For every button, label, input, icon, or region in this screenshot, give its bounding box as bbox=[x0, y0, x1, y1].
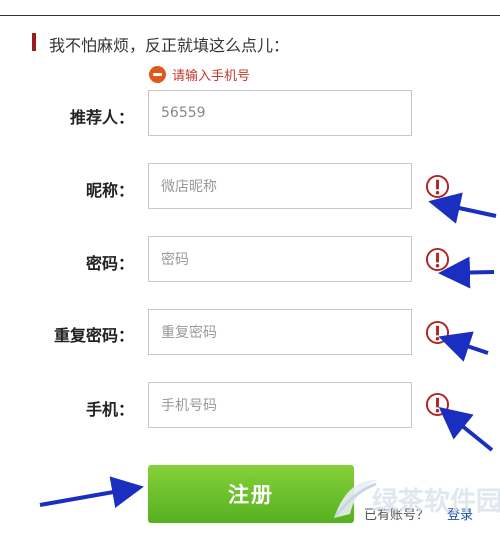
confirm-password-placeholder: 重复密码 bbox=[161, 325, 217, 341]
section-marker bbox=[32, 33, 36, 51]
top-divider bbox=[0, 15, 500, 16]
minus-circle-icon bbox=[149, 65, 166, 83]
error-tip: 请输入手机号 bbox=[149, 64, 250, 84]
arrow-icon bbox=[39, 476, 144, 508]
exclamation-circle-icon bbox=[425, 174, 450, 199]
error-message: 请输入手机号 bbox=[172, 68, 251, 84]
nickname-input[interactable]: 微店昵称 bbox=[148, 163, 412, 209]
arrow-icon bbox=[438, 406, 494, 452]
exclamation-circle-icon bbox=[425, 247, 450, 272]
confirm-password-input[interactable]: 重复密码 bbox=[148, 309, 412, 355]
confirm-password-label: 重复密码： bbox=[53, 326, 134, 345]
section-title: 我不怕麻烦，反正就填这么点儿： bbox=[49, 36, 290, 55]
arrow-icon bbox=[438, 331, 489, 362]
referrer-input[interactable]: 56559 bbox=[148, 90, 412, 136]
nickname-placeholder: 微店昵称 bbox=[161, 179, 217, 195]
exclamation-circle-icon bbox=[425, 320, 450, 345]
arrow-icon bbox=[428, 192, 497, 224]
password-input[interactable]: 密码 bbox=[148, 236, 412, 282]
referrer-value: 56559 bbox=[161, 105, 206, 121]
referrer-label: 推荐人： bbox=[69, 108, 134, 127]
exclamation-circle-icon bbox=[425, 392, 450, 417]
phone-placeholder: 手机号码 bbox=[161, 398, 217, 414]
nickname-label: 昵称： bbox=[85, 181, 134, 200]
password-placeholder: 密码 bbox=[161, 252, 189, 268]
password-label: 密码： bbox=[85, 254, 134, 273]
phone-label: 手机： bbox=[85, 400, 134, 419]
register-button[interactable]: 注册 bbox=[148, 465, 354, 523]
arrow-icon bbox=[438, 256, 495, 289]
phone-input[interactable]: 手机号码 bbox=[148, 382, 412, 428]
watermark-logo: 绿茶软件园 bbox=[334, 479, 500, 518]
svg-text:绿茶软件园: 绿茶软件园 bbox=[372, 487, 500, 517]
